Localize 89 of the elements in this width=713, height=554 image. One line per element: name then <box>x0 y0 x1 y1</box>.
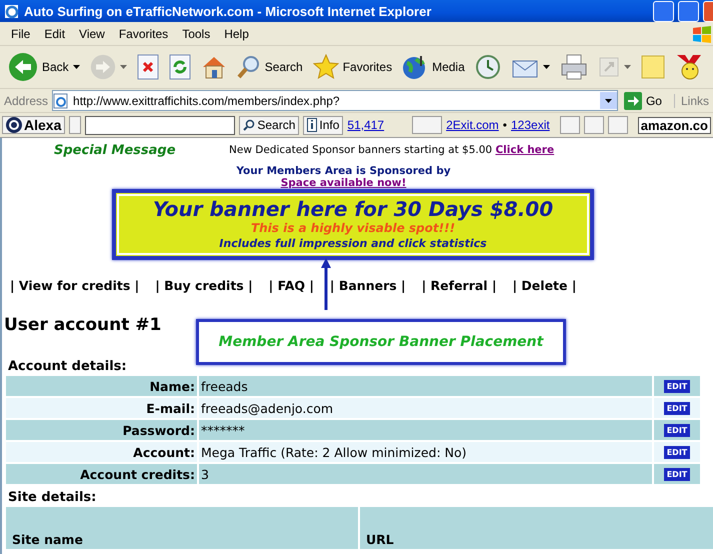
menu-item[interactable]: File <box>4 26 38 40</box>
address-field[interactable]: http://www.exittraffichits.com/members/index.php? <box>52 90 618 111</box>
star-icon <box>312 54 339 80</box>
close-button[interactable] <box>703 0 713 22</box>
edit-icon <box>598 56 620 78</box>
search-button[interactable]: Search <box>239 116 300 134</box>
traffic-rank-link[interactable]: 51,417 <box>347 118 384 132</box>
favorites-button[interactable]: Favorites <box>310 52 394 82</box>
toolbar-icon[interactable] <box>560 116 580 134</box>
edit-button[interactable]: EDIT <box>664 468 690 480</box>
caret-icon <box>72 65 80 69</box>
field-label: Account credits: <box>6 464 197 484</box>
browser-icon <box>4 3 20 19</box>
menu-item[interactable]: Edit <box>37 26 72 40</box>
refresh-button[interactable] <box>166 52 193 82</box>
special-message-text: New Dedicated Sponsor banners starting at $5.00 Click here <box>229 144 554 156</box>
shop-button[interactable]: amazon.co <box>638 116 711 134</box>
nav-link[interactable]: | FAQ | <box>268 278 314 293</box>
separator-dot: • <box>502 118 507 132</box>
related-link[interactable]: 2Exit.com <box>446 118 499 132</box>
field-value: 3 <box>199 464 652 484</box>
field-value: ******* <box>199 420 652 440</box>
click-here-link[interactable]: Click here <box>495 144 554 156</box>
refresh-icon <box>168 54 191 80</box>
sponsor-caption: Your Members Area is Sponsored by <box>235 165 452 177</box>
nav-link[interactable]: | View for credits | <box>10 278 140 293</box>
history-icon <box>474 54 501 80</box>
field-label: Name: <box>6 376 197 396</box>
annotation-callout: Member Area Sponsor Banner Placement <box>196 319 566 365</box>
window-title: Auto Surfing on eTrafficNetwork.com - Microsoft Internet Explorer <box>24 4 432 18</box>
column-header: URL <box>360 507 713 549</box>
related-links-button[interactable] <box>412 116 442 134</box>
windows-logo-icon <box>691 24 713 42</box>
section-title: Site details: <box>8 490 98 505</box>
address-label: Address <box>4 94 48 108</box>
field-label: E-mail: <box>6 398 197 418</box>
field-value: Mega Traffic (Rate: 2 Allow minimized: No) <box>199 442 652 462</box>
edit-button[interactable]: EDIT <box>664 380 690 392</box>
menu-item[interactable]: View <box>72 26 112 40</box>
nav-link[interactable]: | Banners | <box>330 278 406 293</box>
edit-button[interactable]: EDIT <box>664 424 690 436</box>
nav-link[interactable]: | Referral | <box>422 278 497 293</box>
info-icon <box>307 118 318 132</box>
printer-icon <box>560 54 588 80</box>
edit-button[interactable]: EDIT <box>664 402 690 414</box>
page-icon <box>53 92 70 108</box>
menu-item[interactable]: Favorites <box>112 26 176 40</box>
toolbar-icon[interactable] <box>608 116 628 134</box>
search-icon <box>243 119 256 131</box>
alexa-button[interactable]: Alexa <box>2 116 66 134</box>
links-label[interactable]: Links <box>674 94 709 108</box>
alexa-logo-icon <box>6 117 22 133</box>
maximize-button[interactable] <box>678 0 699 22</box>
search-field[interactable] <box>85 116 236 134</box>
field-label: Account: <box>6 442 197 462</box>
menu-item[interactable]: Help <box>217 26 256 40</box>
media-button[interactable]: Media <box>400 52 467 82</box>
field-value: freeads <box>199 376 652 396</box>
search-button[interactable]: Search <box>234 53 305 81</box>
edit-button[interactable]: EDIT <box>664 446 690 458</box>
field-label: Password: <box>6 420 197 440</box>
home-icon <box>200 54 227 80</box>
column-header: Site name <box>6 507 358 549</box>
info-button[interactable]: Info <box>303 116 344 134</box>
menu-item[interactable]: Tools <box>175 26 218 40</box>
search-icon <box>236 55 261 79</box>
special-message-title: Special Message <box>54 142 177 158</box>
field-value: freeads@adenjo.com <box>199 398 652 418</box>
stop-button[interactable] <box>134 52 161 82</box>
caret-icon <box>604 98 612 102</box>
caret-icon <box>624 65 631 69</box>
toolbar-icon[interactable] <box>584 116 604 134</box>
back-button[interactable]: Back <box>6 50 82 84</box>
section-title: Account details: <box>8 359 128 374</box>
minimize-button[interactable] <box>653 0 674 22</box>
arrow-icon <box>320 258 332 310</box>
stop-icon <box>136 54 159 80</box>
related-link[interactable]: 123exit <box>511 118 550 132</box>
caret-icon <box>542 65 550 69</box>
go-button[interactable]: Go <box>622 92 670 110</box>
smiley-icon <box>674 53 703 81</box>
nav-link[interactable]: | Delete | <box>512 278 576 293</box>
caret-icon <box>120 65 127 69</box>
sponsor-banner[interactable]: Your banner here for 30 Days $8.00 This is a highly visable spot!!! Includes full impression and click statistics <box>112 189 594 260</box>
dropdown-button[interactable] <box>600 92 617 109</box>
note-icon <box>640 55 665 79</box>
nav-link[interactable]: | Buy credits | <box>155 278 253 293</box>
space-available-link[interactable]: Space available now! <box>280 177 406 189</box>
page-heading: User account #1 <box>4 315 162 335</box>
